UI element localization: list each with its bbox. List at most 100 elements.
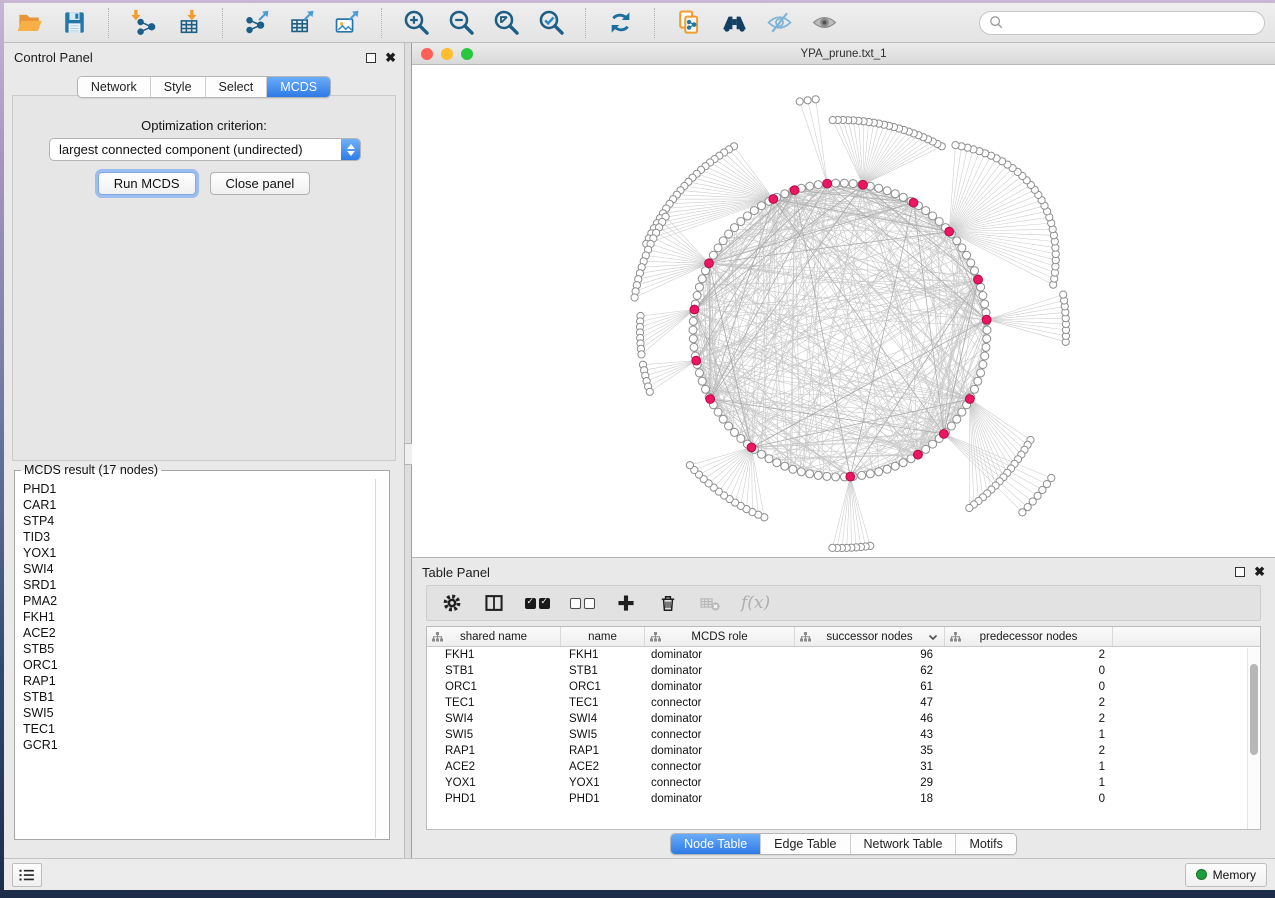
memory-button[interactable]: Memory [1185,863,1267,887]
column-header[interactable]: name [561,627,645,646]
zoom-fit-button[interactable] [491,8,521,38]
tab-select[interactable]: Select [206,77,268,97]
optimization-criterion-select[interactable]: largest connected component (undirected) [49,138,361,161]
table-row[interactable]: SWI4SWI4dominator462 [427,711,1260,727]
mcds-result-node[interactable]: PHD1 [23,481,375,497]
table-row[interactable]: FKH1FKH1dominator962 [427,647,1260,663]
save-icon [61,9,88,36]
settings-gear-button[interactable] [441,589,463,617]
table-cell: 0 [945,681,1113,693]
table-cell: connector [645,777,795,789]
zoom-selected-button[interactable] [536,8,566,38]
tab-mcds[interactable]: MCDS [267,77,330,97]
table-row[interactable]: PHD1PHD1dominator180 [427,791,1260,807]
table-row[interactable]: RAP1RAP1dominator352 [427,743,1260,759]
column-type-icon [950,632,961,642]
mcds-list-scrollbar[interactable] [375,479,388,838]
function-builder-button: f(x) [741,589,770,617]
deselect-all-icon [570,598,595,609]
tab-network[interactable]: Network [78,77,151,97]
export-table-button[interactable] [287,8,317,38]
zoom-in-button[interactable] [401,8,431,38]
table-cell: 35 [795,745,945,757]
mcds-result-node[interactable]: RAP1 [23,673,375,689]
mcds-result-node[interactable]: SWI5 [23,705,375,721]
table-row[interactable]: SWI5SWI5connector431 [427,727,1260,743]
tab-edge-table[interactable]: Edge Table [761,834,850,854]
panel-splitter[interactable] [404,43,412,858]
close-panel-icon[interactable]: ✖ [385,53,396,63]
table-scrollbar[interactable] [1247,648,1260,829]
table-row[interactable]: ORC1ORC1dominator610 [427,679,1260,695]
table-cell: 2 [945,649,1113,661]
table-cell: FKH1 [427,649,561,661]
table-cell: 0 [945,665,1113,677]
table-row[interactable]: TEC1TEC1connector472 [427,695,1260,711]
mcds-result-node[interactable]: STB5 [23,641,375,657]
task-history-button[interactable] [12,863,42,887]
search-input[interactable] [1009,16,1255,30]
add-entry-icon [615,592,637,614]
show-all-button[interactable] [809,8,839,38]
manage-networks-button[interactable] [674,8,704,38]
export-image-button[interactable] [332,8,362,38]
deselect-all-button[interactable] [570,589,595,617]
tab-motifs[interactable]: Motifs [956,834,1015,854]
control-panel-header: Control Panel ✖ [14,50,396,65]
mcds-result-node[interactable]: TID3 [23,529,375,545]
hide-selection-button[interactable] [764,8,794,38]
zoom-out-icon [448,9,475,36]
select-all-icon [525,598,550,609]
first-neighbors-button[interactable] [719,8,749,38]
mcds-result-node[interactable]: CAR1 [23,497,375,513]
column-header[interactable]: predecessor nodes [945,627,1113,646]
mcds-result-node[interactable]: SRD1 [23,577,375,593]
delete-entry-button[interactable] [657,589,679,617]
zoom-selected-icon [538,9,565,36]
column-header[interactable]: successor nodes [795,627,945,646]
zoom-out-button[interactable] [446,8,476,38]
table-row[interactable]: STB1STB1dominator620 [427,663,1260,679]
tab-network-table[interactable]: Network Table [851,834,957,854]
mcds-result-node[interactable]: TEC1 [23,721,375,737]
mcds-result-node[interactable]: GCR1 [23,737,375,753]
table-cell: 47 [795,697,945,709]
column-header[interactable]: shared name [427,627,561,646]
table-cell: 1 [945,777,1113,789]
column-type-icon [432,632,443,642]
select-all-button[interactable] [525,589,550,617]
mcds-result-node[interactable]: SWI4 [23,561,375,577]
close-panel-button[interactable]: Close panel [210,172,311,195]
split-panel-button[interactable] [483,589,505,617]
mcds-result-node[interactable]: STB1 [23,689,375,705]
mcds-result-node[interactable]: ORC1 [23,657,375,673]
import-network-button[interactable] [128,8,158,38]
mcds-options-panel: Optimization criterion: largest connecte… [12,95,396,461]
mcds-result-node[interactable]: PMA2 [23,593,375,609]
column-header[interactable]: MCDS role [645,627,795,646]
mcds-result-list[interactable]: PHD1CAR1STP4TID3YOX1SWI4SRD1PMA2FKH1ACE2… [16,479,375,838]
float-table-panel-icon[interactable] [1235,567,1245,577]
application-window: Control Panel ✖ NetworkStyleSelectMCDS O… [4,3,1275,890]
add-entry-button[interactable] [615,589,637,617]
control-panel: Control Panel ✖ NetworkStyleSelectMCDS O… [4,43,404,858]
mcds-result-node[interactable]: STP4 [23,513,375,529]
tab-style[interactable]: Style [151,77,206,97]
table-row[interactable]: ACE2ACE2connector311 [427,759,1260,775]
export-network-button[interactable] [242,8,272,38]
refresh-button[interactable] [605,8,635,38]
delete-table-icon [699,592,721,614]
mcds-result-node[interactable]: FKH1 [23,609,375,625]
run-mcds-button[interactable]: Run MCDS [98,172,196,195]
open-session-button[interactable] [14,8,44,38]
mcds-result-node[interactable]: ACE2 [23,625,375,641]
table-scrollbar-thumb[interactable] [1250,664,1258,755]
import-table-button[interactable] [173,8,203,38]
save-session-button[interactable] [59,8,89,38]
float-panel-icon[interactable] [366,53,376,63]
tab-node-table[interactable]: Node Table [671,834,761,854]
mcds-result-node[interactable]: YOX1 [23,545,375,561]
network-canvas[interactable] [412,65,1275,557]
close-table-panel-icon[interactable]: ✖ [1254,567,1265,577]
table-row[interactable]: YOX1YOX1connector291 [427,775,1260,791]
